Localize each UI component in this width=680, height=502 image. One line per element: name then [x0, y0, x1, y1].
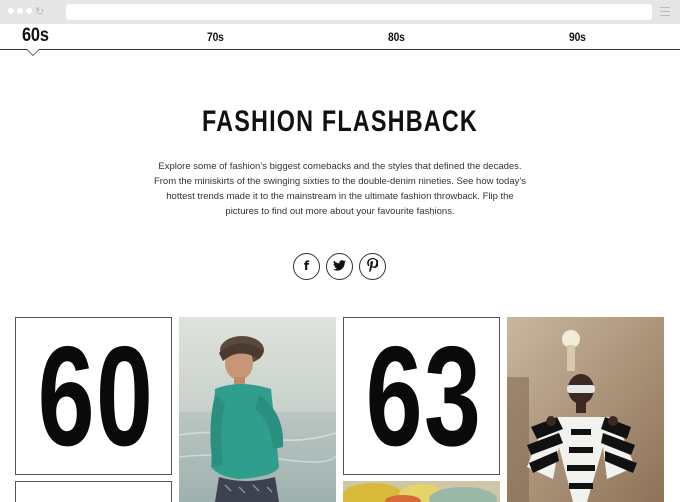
pinterest-icon [367, 258, 380, 273]
photo-partial-knit[interactable] [343, 481, 500, 502]
intro-text: Explore some of fashion’s biggest comeba… [153, 161, 527, 217]
studio-photo-image [507, 317, 664, 502]
year-card-63[interactable]: 63 [343, 317, 500, 475]
decade-tab-70s[interactable]: 70s [207, 28, 224, 46]
year-card-partial[interactable] [15, 481, 172, 502]
sea-photo-image [179, 317, 336, 502]
browser-chrome: ↻ [0, 0, 680, 24]
twitter-icon [333, 259, 346, 273]
address-bar[interactable] [66, 4, 652, 20]
pinterest-share-button[interactable] [359, 253, 386, 280]
decade-tab-90s[interactable]: 90s [569, 28, 586, 46]
photo-sixties-striped[interactable] [507, 317, 664, 502]
facebook-icon: f [303, 259, 310, 273]
decade-nav: 60s 70s 80s 90s [0, 24, 680, 50]
window-maximize-dot[interactable] [26, 8, 32, 14]
menu-icon[interactable] [660, 7, 670, 16]
window-minimize-dot[interactable] [17, 8, 23, 14]
year-card-60[interactable]: 60 [15, 317, 172, 475]
reload-icon[interactable]: ↻ [35, 5, 44, 19]
page-title: FASHION FLASHBACK [202, 105, 478, 138]
decade-tab-80s[interactable]: 80s [388, 28, 405, 46]
year-number: 60 [37, 317, 155, 475]
twitter-share-button[interactable] [326, 253, 353, 280]
facebook-share-button[interactable]: f [293, 253, 320, 280]
window-close-dot[interactable] [8, 8, 14, 14]
decade-tab-60s[interactable]: 60s [22, 25, 49, 47]
photo-sixties-sea[interactable] [179, 317, 336, 502]
year-number: 63 [365, 317, 483, 475]
knit-photo-image [343, 481, 500, 502]
